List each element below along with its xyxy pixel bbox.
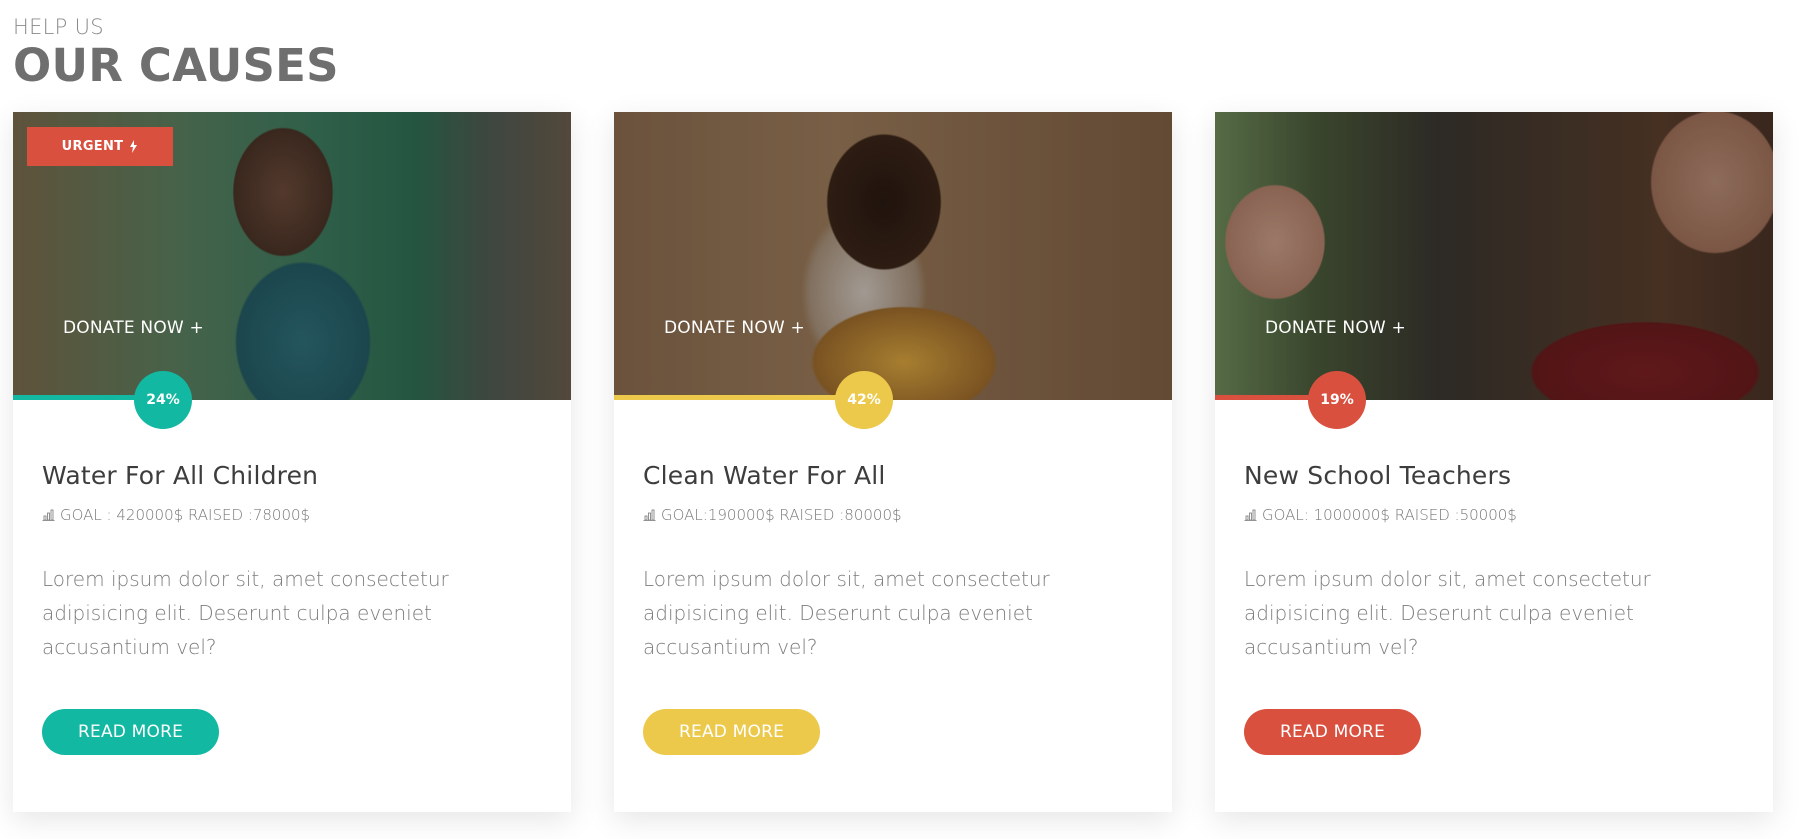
progress-fill: [1215, 395, 1321, 400]
section-eyebrow: HELP US: [13, 15, 104, 39]
donate-now-link[interactable]: DONATE NOW +: [664, 318, 805, 338]
donate-now-link[interactable]: DONATE NOW +: [1265, 318, 1406, 338]
progress-percent: 42%: [835, 371, 893, 429]
cause-goal: GOAL:190000$ RAISED :80000$: [643, 506, 1143, 524]
cause-card: URGENT DONATE NOW + 24% Water For All Ch…: [13, 112, 571, 812]
urgent-badge-label: URGENT: [61, 139, 124, 154]
progress-bar: [13, 395, 571, 400]
cause-media: DONATE NOW + 19%: [1215, 112, 1773, 429]
bar-chart-icon: [1244, 509, 1257, 521]
read-more-button[interactable]: READ MORE: [643, 709, 821, 755]
bar-chart-icon: [42, 509, 55, 521]
bolt-icon: [130, 140, 138, 153]
section-title: OUR CAUSES: [13, 39, 339, 92]
goal-text: GOAL:190000$ RAISED :80000$: [661, 506, 902, 524]
cause-image: [614, 112, 1172, 400]
progress-bar: [1215, 395, 1773, 400]
section-header: HELP US OUR CAUSES: [13, 14, 339, 92]
donate-now-link[interactable]: DONATE NOW +: [63, 318, 204, 338]
cause-image: [1215, 112, 1773, 400]
cause-description: Lorem ipsum dolor sit, amet consectetur …: [643, 567, 1050, 659]
cause-body: Water For All Children GOAL : 420000$ RA…: [13, 400, 571, 664]
cause-description: Lorem ipsum dolor sit, amet consectetur …: [42, 567, 449, 659]
bar-chart-icon: [643, 509, 656, 521]
read-more-button[interactable]: READ MORE: [1244, 709, 1422, 755]
progress-fill: [13, 395, 147, 400]
progress-fill: [614, 395, 848, 400]
causes-list: URGENT DONATE NOW + 24% Water For All Ch…: [13, 112, 1773, 812]
goal-text: GOAL: 1000000$ RAISED :50000$: [1262, 506, 1517, 524]
cause-media: DONATE NOW + 42%: [614, 112, 1172, 429]
progress-bar: [614, 395, 1172, 400]
cause-goal: GOAL : 420000$ RAISED :78000$: [42, 506, 542, 524]
cause-title: Water For All Children: [42, 461, 319, 490]
goal-text: GOAL : 420000$ RAISED :78000$: [60, 506, 311, 524]
cause-body: Clean Water For All GOAL:190000$ RAISED …: [614, 400, 1172, 664]
cause-description: Lorem ipsum dolor sit, amet consectetur …: [1244, 567, 1651, 659]
cause-title: Clean Water For All: [643, 461, 886, 490]
progress-percent: 19%: [1308, 371, 1366, 429]
cause-body: New School Teachers GOAL: 1000000$ RAISE…: [1215, 400, 1773, 664]
cause-media: URGENT DONATE NOW + 24%: [13, 112, 571, 429]
progress-percent: 24%: [134, 371, 192, 429]
read-more-button[interactable]: READ MORE: [42, 709, 220, 755]
cause-card: DONATE NOW + 19% New School Teachers GOA…: [1215, 112, 1773, 812]
urgent-badge: URGENT: [27, 127, 173, 166]
cause-card: DONATE NOW + 42% Clean Water For All GOA…: [614, 112, 1172, 812]
cause-title: New School Teachers: [1244, 461, 1512, 490]
cause-goal: GOAL: 1000000$ RAISED :50000$: [1244, 506, 1744, 524]
